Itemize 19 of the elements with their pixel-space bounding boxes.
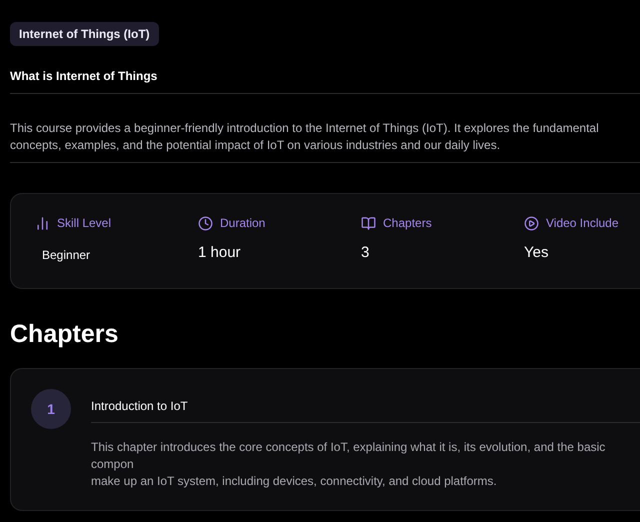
topic-tag: Internet of Things (IoT) xyxy=(10,22,159,46)
chapters-heading: Chapters xyxy=(10,319,118,349)
chapter-number: 1 xyxy=(31,389,71,429)
clock-icon xyxy=(198,216,213,230)
section-title: What is Internet of Things xyxy=(10,68,158,85)
stat-value: Yes xyxy=(524,243,548,263)
chapter-title: Introduction to IoT xyxy=(91,398,189,415)
play-icon xyxy=(524,216,539,230)
stat-label: Chapters xyxy=(383,215,432,232)
stat-label: Duration xyxy=(220,215,266,232)
stat-value: 1 hour xyxy=(198,243,241,263)
course-description: This course provides a beginner-friendly introduction to the Internet of Things (IoT). It explores the fundamental concepts, examples, and the potential impact of IoT on various industries and our daily lives. xyxy=(10,120,600,154)
book-icon xyxy=(361,216,376,230)
stat-label: Video Include xyxy=(546,215,619,232)
stat-value: 3 xyxy=(361,243,370,263)
stat-label: Skill Level xyxy=(57,215,112,232)
bars-icon xyxy=(35,216,50,230)
chapter-description: This chapter introduces the core concepts of IoT, explaining what it is, its evolution, and the basic compon make up an IoT system, including devices, connectivity, and cloud platforms. xyxy=(91,439,606,490)
stat-value: Beginner xyxy=(42,247,90,264)
